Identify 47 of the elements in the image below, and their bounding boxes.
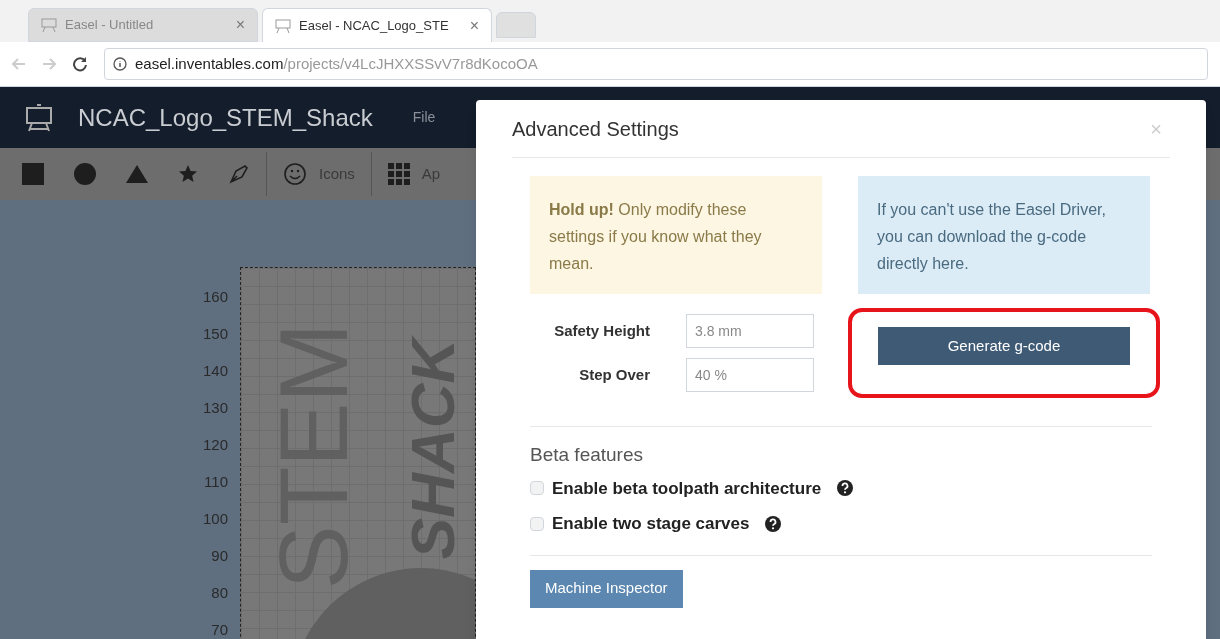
text-field[interactable]: 40 % xyxy=(686,358,814,392)
ruler-label: 120 xyxy=(201,435,228,455)
close-tab-button[interactable]: × xyxy=(235,13,245,37)
ruler-label: 70 xyxy=(210,620,228,639)
checkbox[interactable] xyxy=(530,516,544,531)
ruler-label: 150 xyxy=(201,324,228,344)
address-bar[interactable]: easel.inventables.com/projects/v4LcJHXXSSvV7r8dKocoOA xyxy=(104,48,1208,80)
ruler-label: 90 xyxy=(210,546,228,566)
ruler-label: 100 xyxy=(201,509,228,529)
tab-title: Easel - NCAC_Logo_STE xyxy=(299,16,450,35)
triangle-tool-icon[interactable] xyxy=(126,165,148,183)
text-field[interactable]: 3.8 mm xyxy=(686,314,814,348)
star-tool-icon[interactable] xyxy=(178,164,198,184)
warning-alert: Hold up! Only modify these settings if you know what they mean. xyxy=(530,176,822,294)
close-tab-button[interactable]: × xyxy=(469,13,479,38)
help-icon[interactable] xyxy=(837,480,854,497)
generate-gcode-button[interactable]: Generate g-code xyxy=(878,327,1130,365)
circle-tool-icon[interactable] xyxy=(74,163,96,185)
ruler-label: 140 xyxy=(201,361,228,381)
reload-icon[interactable] xyxy=(72,56,88,72)
field-label: Step Over xyxy=(578,364,650,385)
grid-icon[interactable] xyxy=(387,163,410,185)
tab-title: Easel - Untitled xyxy=(65,16,155,35)
ruler-label: 160 xyxy=(201,287,228,307)
browser-tab[interactable]: Easel - NCAC_Logo_STE × xyxy=(262,8,492,42)
checkbox[interactable] xyxy=(530,481,544,496)
browser-tab[interactable]: Easel - Untitled × xyxy=(28,8,258,42)
ruler-label: 110 xyxy=(203,472,228,492)
info-icon xyxy=(113,57,127,71)
ruler-label: 130 xyxy=(201,398,228,418)
section-heading: Beta features xyxy=(529,443,645,467)
project-title: NCAC_Logo_STEM_Shack xyxy=(78,102,373,133)
easel-icon xyxy=(24,102,54,133)
dialog-title: Advanced Settings xyxy=(512,116,679,142)
option-label: Enable two stage carves xyxy=(552,513,750,535)
menu-item[interactable]: File xyxy=(412,107,436,128)
easel-icon xyxy=(275,18,291,33)
option-label: Enable beta toolpath architecture xyxy=(552,477,822,500)
ruler-label: 80 xyxy=(210,583,228,603)
url-text: easel.inventables.com/projects/v4LcJHXXSSvV7r8dKocoOA xyxy=(135,53,538,74)
help-icon[interactable] xyxy=(765,515,782,532)
easel-icon xyxy=(41,18,57,32)
smiley-icon[interactable] xyxy=(283,162,307,186)
field-label: Safety Height xyxy=(553,320,650,341)
machine-inspector-button[interactable]: Machine Inspector xyxy=(530,569,683,608)
info-alert: If you can't use the Easel Driver, you can download the g-code directly here. xyxy=(858,176,1150,294)
pen-tool-icon[interactable] xyxy=(228,163,250,185)
